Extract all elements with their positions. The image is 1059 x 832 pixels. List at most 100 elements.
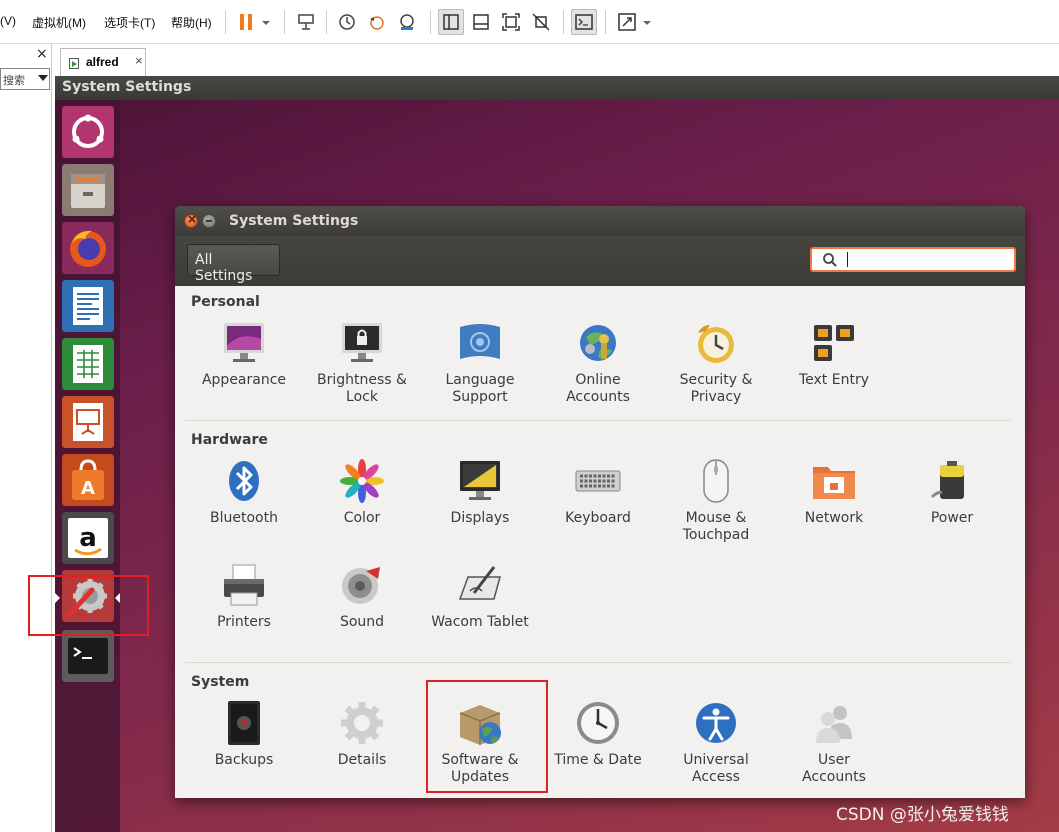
section-title-system: System: [191, 674, 250, 690]
libreoffice-writer-icon[interactable]: [62, 280, 114, 332]
window-minimize-button[interactable]: [202, 214, 216, 228]
window-title: System Settings: [229, 213, 359, 229]
power-icon: [928, 457, 976, 505]
language-support-icon: [456, 319, 504, 367]
fullscreen-icon[interactable]: [501, 12, 521, 32]
toolbar-separator: [430, 10, 431, 34]
settings-item-keyboard[interactable]: Keyboard: [539, 457, 657, 527]
window-close-button[interactable]: [184, 212, 198, 228]
chevron-down-icon[interactable]: [38, 75, 48, 81]
universal-access-icon: [692, 699, 740, 747]
settings-item-time-date[interactable]: Time & Date: [539, 699, 657, 769]
settings-item-text-entry[interactable]: Text Entry: [775, 319, 893, 389]
ubuntu-software-icon[interactable]: A: [62, 454, 114, 506]
dash-home-icon[interactable]: [62, 106, 114, 158]
backups-icon: [220, 699, 268, 747]
settings-item-displays[interactable]: Displays: [421, 457, 539, 527]
item-label: Backups: [214, 752, 274, 768]
chevron-down-icon[interactable]: [641, 12, 653, 32]
network-icon: [810, 457, 858, 505]
color-icon: [338, 457, 386, 505]
unity-mode-icon[interactable]: [531, 12, 551, 32]
thumbnail-bar-icon[interactable]: [471, 12, 491, 32]
security-privacy-icon: [692, 319, 740, 367]
snapshot-icon[interactable]: [337, 12, 357, 32]
details-icon: [338, 699, 386, 747]
settings-item-bluetooth[interactable]: Bluetooth: [185, 457, 303, 527]
terminal-icon[interactable]: [62, 630, 114, 682]
settings-item-network[interactable]: Network: [775, 457, 893, 527]
item-label: Language Support: [445, 372, 515, 405]
menu-view[interactable]: (V): [0, 14, 16, 28]
settings-item-user-accounts[interactable]: User Accounts: [775, 699, 893, 786]
send-ctrl-alt-del-icon[interactable]: [296, 12, 316, 32]
console-view-button[interactable]: [571, 9, 597, 35]
annotation-highlight-software-updates: [426, 680, 548, 793]
section-title-hardware: Hardware: [191, 432, 268, 448]
tab-label: alfred: [86, 55, 119, 69]
settings-item-power[interactable]: Power: [893, 457, 1011, 527]
window-toolbar: All Settings: [175, 236, 1025, 286]
item-label: Bluetooth: [210, 510, 278, 526]
revert-snapshot-icon[interactable]: [367, 12, 387, 32]
item-label: Details: [337, 752, 387, 768]
settings-item-details[interactable]: Details: [303, 699, 421, 769]
item-label: Mouse & Touchpad: [682, 510, 750, 543]
settings-item-online-accounts[interactable]: Online Accounts: [539, 319, 657, 406]
tab-alfred[interactable]: alfred ×: [60, 48, 146, 76]
item-label: Keyboard: [565, 510, 631, 526]
libreoffice-calc-icon[interactable]: [62, 338, 114, 390]
library-toggle-button[interactable]: [438, 9, 464, 35]
settings-item-wacom-tablet[interactable]: Wacom Tablet: [421, 561, 539, 631]
amazon-icon[interactable]: a: [62, 512, 114, 564]
settings-item-color[interactable]: Color: [303, 457, 421, 527]
all-settings-button[interactable]: All Settings: [187, 244, 280, 284]
item-label: Sound: [339, 614, 385, 630]
settings-item-security-privacy[interactable]: Security & Privacy: [657, 319, 775, 406]
settings-item-backups[interactable]: Backups: [185, 699, 303, 769]
settings-item-language-support[interactable]: Language Support: [421, 319, 539, 406]
files-icon[interactable]: [62, 164, 114, 216]
brightness-lock-icon: [338, 319, 386, 367]
search-input[interactable]: [810, 247, 1016, 272]
settings-item-universal-access[interactable]: Universal Access: [657, 699, 775, 786]
screen: (V) 虚拟机(M) 选项卡(T) 帮助(H) × 搜索 alfred × Sy…: [0, 0, 1059, 832]
guest-desktop: System Settings A a × System Settings Al…: [55, 76, 1059, 832]
menu-help[interactable]: 帮助(H): [171, 14, 212, 31]
system-settings-window: System Settings All Settings Personal Ap…: [175, 206, 1025, 798]
item-label: Text Entry: [798, 372, 869, 388]
firefox-icon[interactable]: [62, 222, 114, 274]
settings-item-appearance[interactable]: Appearance: [185, 319, 303, 389]
host-toolbar: (V) 虚拟机(M) 选项卡(T) 帮助(H): [0, 0, 1059, 44]
menu-tabs[interactable]: 选项卡(T): [104, 14, 155, 31]
online-accounts-icon: [574, 319, 622, 367]
item-label: Power: [930, 510, 974, 526]
section-title-personal: Personal: [191, 294, 260, 310]
libreoffice-impress-icon[interactable]: [62, 396, 114, 448]
snapshot-manager-icon[interactable]: [397, 12, 417, 32]
toolbar-separator: [563, 10, 564, 34]
tab-close-button[interactable]: ×: [135, 53, 143, 68]
unity-launcher: A a: [55, 100, 120, 832]
menu-vm[interactable]: 虚拟机(M): [32, 14, 86, 31]
window-titlebar: System Settings: [175, 206, 1025, 236]
settings-item-printers[interactable]: Printers: [185, 561, 303, 631]
svg-text:a: a: [79, 523, 97, 553]
pause-icon[interactable]: [237, 12, 257, 32]
stretch-guest-icon[interactable]: [617, 12, 637, 32]
printers-icon: [220, 561, 268, 609]
settings-item-sound[interactable]: Sound: [303, 561, 421, 631]
library-close-button[interactable]: ×: [36, 46, 48, 62]
toolbar-separator: [225, 10, 226, 34]
mouse-touchpad-icon: [692, 457, 740, 505]
toolbar-separator: [326, 10, 327, 34]
chevron-down-icon[interactable]: [260, 12, 272, 32]
toolbar-separator: [605, 10, 606, 34]
text-cursor: [847, 252, 848, 267]
bluetooth-icon: [220, 457, 268, 505]
text-entry-icon: [810, 319, 858, 367]
settings-item-mouse-touchpad[interactable]: Mouse & Touchpad: [657, 457, 775, 544]
item-label: Displays: [450, 510, 510, 526]
item-label: Network: [804, 510, 864, 526]
settings-item-brightness-lock[interactable]: Brightness & Lock: [303, 319, 421, 406]
